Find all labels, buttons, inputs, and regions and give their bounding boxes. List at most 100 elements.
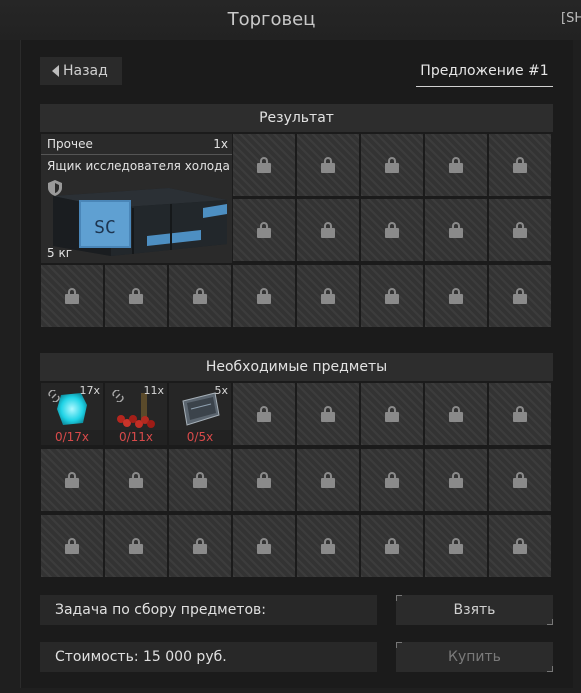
result-item-card[interactable]: SC Прочее 1x Ящик исследователя холода 5… [41,134,232,263]
locked-slot [297,265,359,327]
lock-icon [193,288,207,304]
cost-row: Стоимость: 15 000 руб. [40,642,377,672]
required-section-title: Необходимые предметы [40,353,553,381]
locked-slot [233,199,295,261]
lock-icon [321,538,335,554]
lock-icon [65,472,79,488]
lock-icon [513,406,527,422]
lock-icon [129,538,143,554]
collection-task-row: Задача по сбору предметов: [40,595,377,625]
lock-icon [513,288,527,304]
lock-icon [449,157,463,173]
locked-slot [361,134,423,196]
result-section-title: Результат [40,104,553,132]
lock-icon [321,157,335,173]
locked-slot [41,449,103,511]
arrow-left-icon [52,65,59,77]
locked-slot [361,199,423,261]
lock-icon [513,538,527,554]
lock-icon [449,472,463,488]
lock-icon [513,472,527,488]
offer-tab[interactable]: Предложение #1 [416,57,553,87]
locked-slot [233,515,295,577]
lock-icon [321,472,335,488]
lock-icon [321,222,335,238]
owned-count: 0/17x [41,430,103,445]
corner-decoration [547,619,553,625]
locked-slot [105,449,167,511]
buy-button[interactable]: Купить [396,642,553,672]
lock-icon [385,288,399,304]
lock-icon [257,472,271,488]
locked-slot [425,515,487,577]
locked-slot [361,383,423,445]
required-item-2[interactable]: 11x 0/11x [105,383,167,445]
lock-icon [513,222,527,238]
lock-icon [321,288,335,304]
lock-icon [449,288,463,304]
locked-slot [105,265,167,327]
item-name: Ящик исследователя холода [47,159,230,173]
lock-icon [193,472,207,488]
lock-icon [257,157,271,173]
take-button-label: Взять [453,602,496,618]
required-item-3[interactable]: 5x 0/5x [169,383,231,445]
item-weight: 5 кг [47,246,73,260]
locked-slot [233,383,295,445]
link-icon [48,390,60,402]
lock-icon [257,538,271,554]
locked-slot [41,265,103,327]
locked-slot [233,134,295,196]
locked-slot [489,134,551,196]
back-button-label: Назад [63,63,108,79]
lock-icon [385,157,399,173]
back-button[interactable]: Назад [40,57,122,85]
locked-slot [233,449,295,511]
take-button[interactable]: Взять [396,595,553,625]
locked-slot [105,515,167,577]
task-label: Задача по сбору предметов: [55,602,266,618]
crate-label: SC [94,217,116,238]
required-item-1[interactable]: 17x 0/17x [41,383,103,445]
lock-icon [449,222,463,238]
corner-decoration [396,595,402,601]
lock-icon [65,288,79,304]
locked-slot [297,383,359,445]
locked-slot [425,134,487,196]
locked-slot [297,199,359,261]
owned-count: 0/5x [169,430,231,445]
locked-slot [169,265,231,327]
lock-icon [129,288,143,304]
locked-slot [169,515,231,577]
locked-slot [425,265,487,327]
locked-slot [489,383,551,445]
header-tag: [SH [561,11,581,26]
corner-decoration [547,666,553,672]
locked-slot [425,199,487,261]
locked-slot [489,515,551,577]
lock-icon [513,157,527,173]
required-quantity: 17x [79,384,100,397]
item-quantity: 1x [213,137,228,151]
locked-slot [361,449,423,511]
lock-icon [257,222,271,238]
owned-count: 0/11x [105,430,167,445]
crate-image: SC [53,188,227,256]
locked-slot [297,449,359,511]
required-quantity: 11x [143,384,164,397]
item-category: Прочее [47,137,93,151]
locked-slot [489,265,551,327]
locked-slot [233,265,295,327]
window-title: Торговец [227,9,316,30]
item-header-divider [41,154,232,155]
lock-icon [449,538,463,554]
lock-icon [385,538,399,554]
locked-slot [425,449,487,511]
buy-button-label: Купить [448,649,501,665]
locked-slot [489,199,551,261]
locked-slot [297,515,359,577]
link-icon [112,390,124,402]
locked-slot [361,265,423,327]
cost-label: Стоимость: 15 000 руб. [55,649,227,665]
lock-icon [385,472,399,488]
